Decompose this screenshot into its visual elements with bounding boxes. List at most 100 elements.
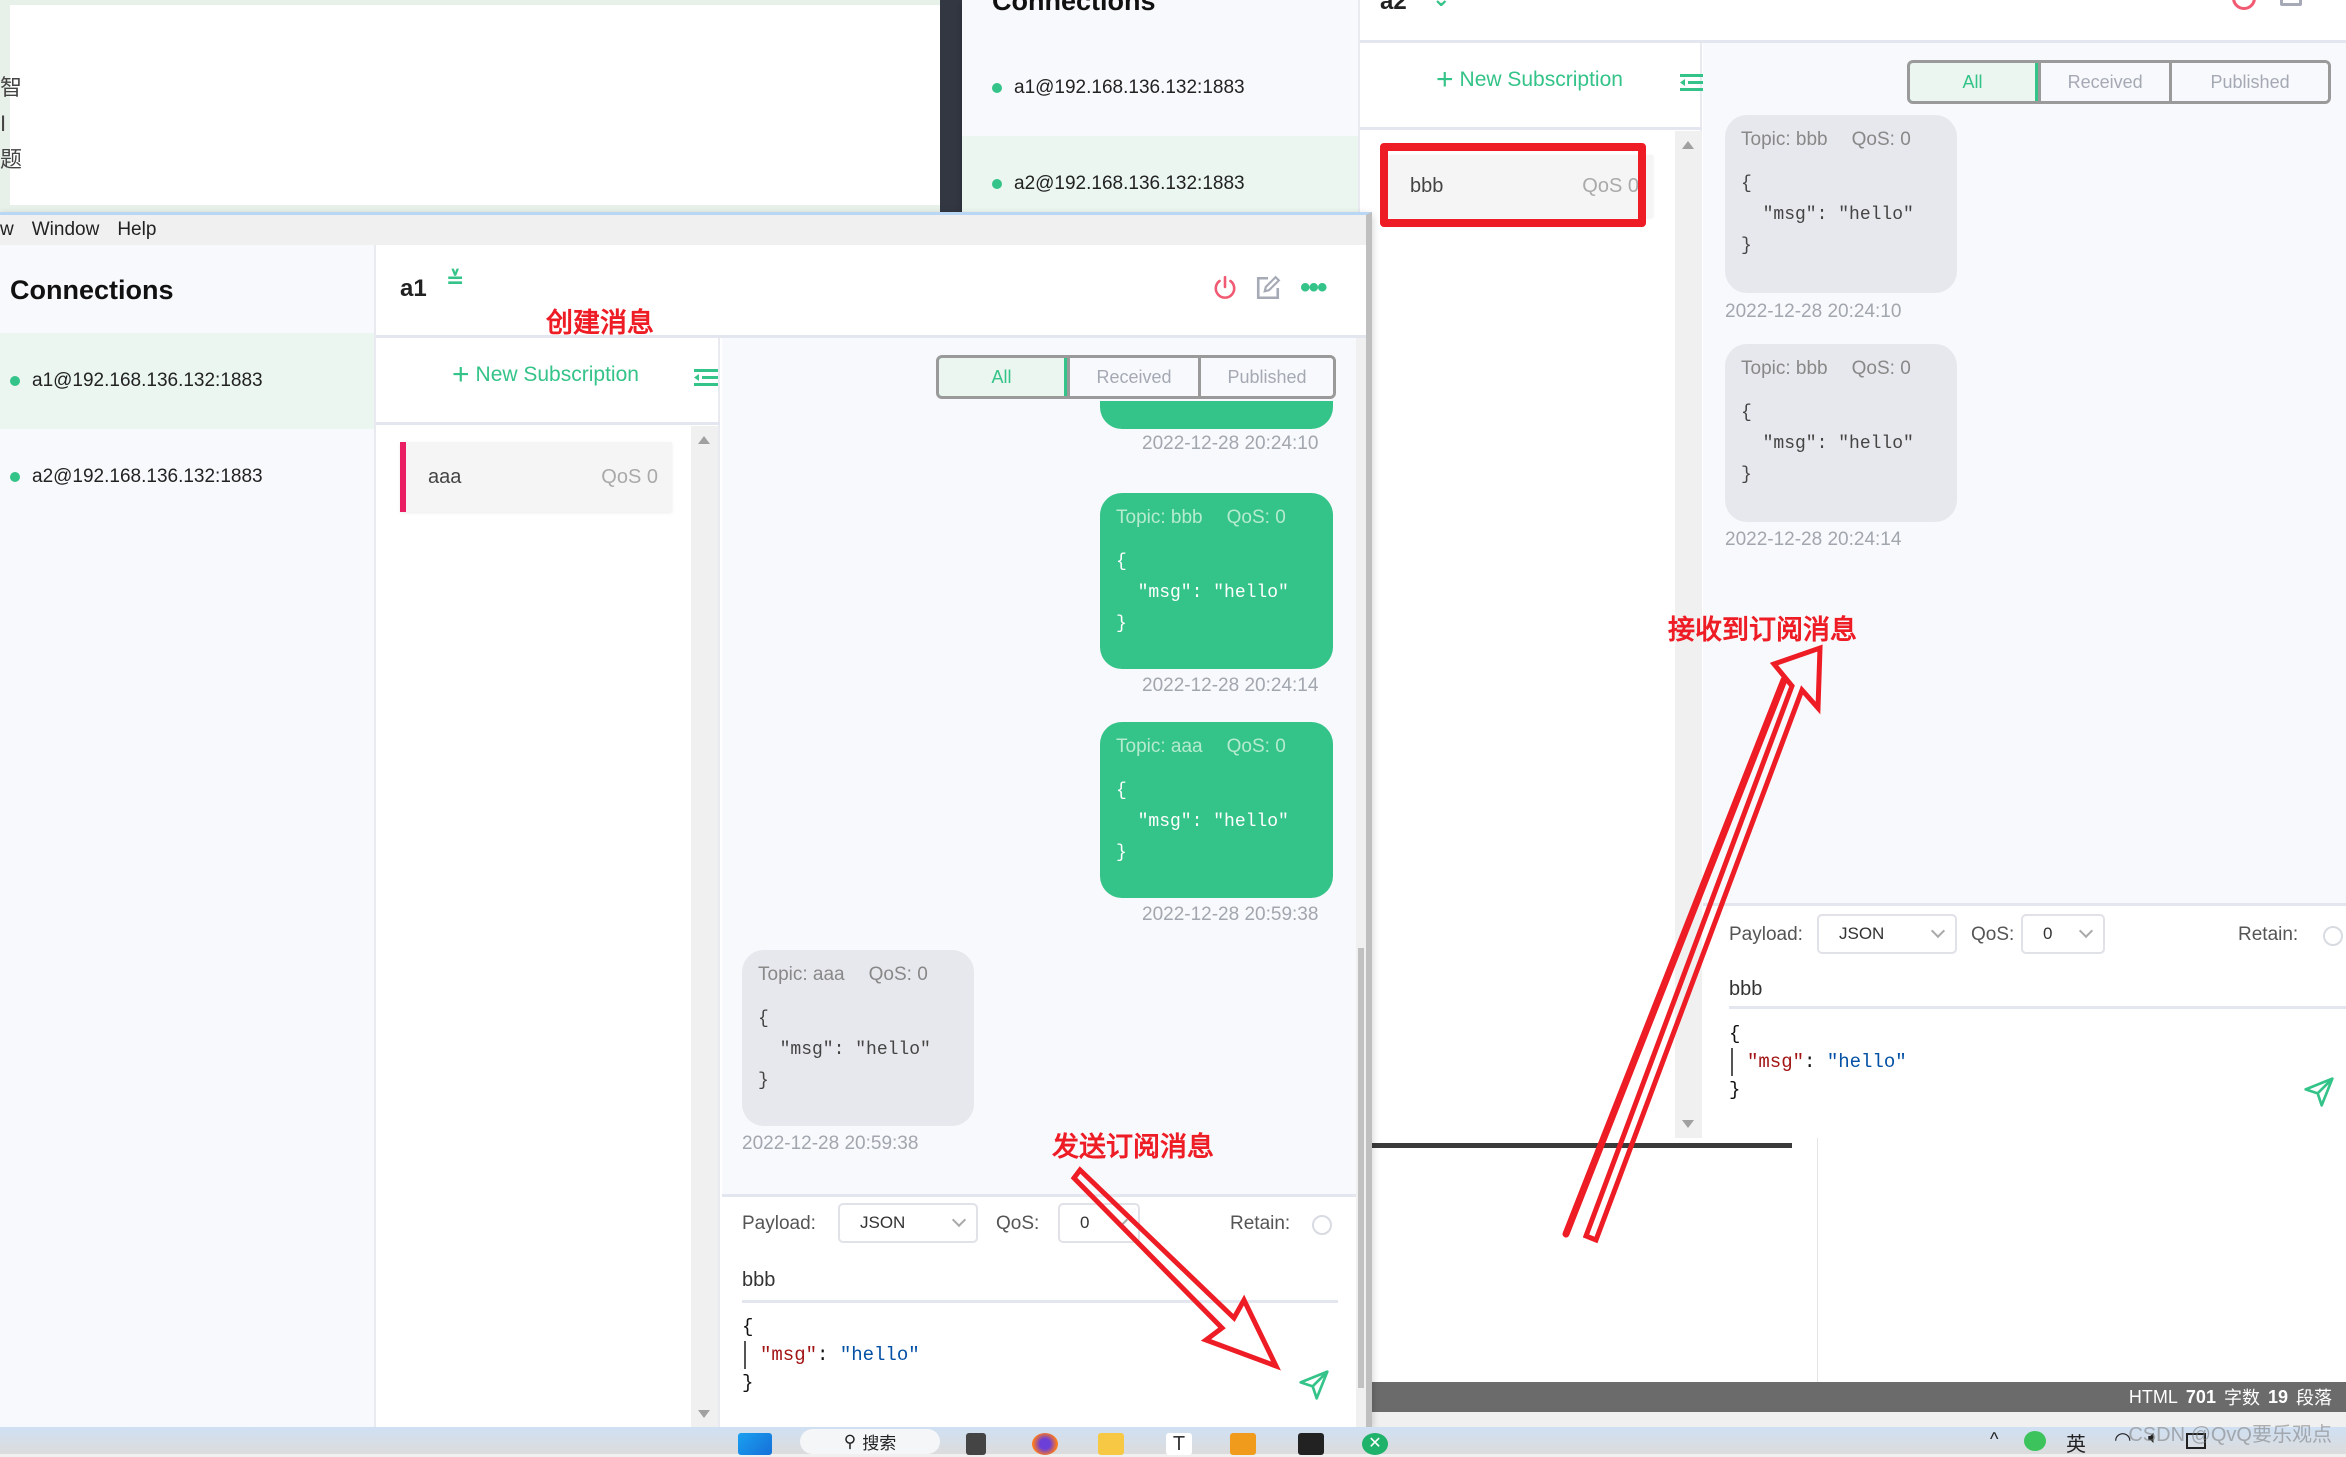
task-view-icon[interactable] [966, 1433, 986, 1455]
subscriptions-panel: + New Subscription bbb QoS 0 [1360, 43, 1704, 1138]
tray-chevron-up-icon[interactable]: ^ [1990, 1429, 1998, 1450]
topic-input[interactable]: bbb [1729, 966, 2346, 1009]
connections-title: Connections [992, 0, 1156, 16]
chevron-down-icon[interactable]: ≚ [446, 267, 464, 293]
payload-editor[interactable]: { "msg": "hello" } [742, 1313, 1282, 1397]
connection-title: a1 [400, 275, 427, 302]
send-icon[interactable] [1298, 1369, 1330, 1401]
send-icon[interactable] [2303, 1076, 2335, 1108]
taskbar: ⚲ 搜索 T ✕ ^ 英 ◠ 🔈︎ [0, 1427, 2346, 1457]
subscription-list-icon[interactable] [694, 368, 718, 388]
edit-icon[interactable] [2280, 0, 2302, 6]
scroll-up-icon[interactable] [698, 436, 710, 444]
status-dot-icon [992, 83, 1002, 93]
chevron-down-icon [1113, 1212, 1129, 1228]
message-filter: All Received Published [936, 355, 1336, 399]
typora-icon[interactable]: T [1166, 1433, 1192, 1455]
filter-tab-received[interactable]: Received [2038, 63, 2170, 101]
subscription-item-aaa[interactable]: aaa QoS 0 [400, 442, 672, 512]
annotation-send: 发送订阅消息 [1052, 1132, 1214, 1162]
watermark: CSDN @QvQ要乐观点 [2128, 1424, 2332, 1446]
highlight-box-annotation [1380, 143, 1646, 227]
menu-bar: w Window Help [0, 215, 1366, 245]
disconnect-icon[interactable] [1212, 275, 1238, 301]
scrollbar-thumb[interactable] [1358, 948, 1364, 1388]
connection-item-a1[interactable]: a1@192.168.136.132:1883 [962, 56, 1358, 120]
ime-indicator[interactable]: 英 [2066, 1428, 2086, 1457]
mqttx-icon[interactable]: ✕ [1362, 1433, 1388, 1455]
search-icon: ⚲ [843, 1431, 857, 1451]
message-timestamp: 2022-12-28 20:24:10 [1725, 301, 1902, 322]
menu-view[interactable]: w [0, 219, 14, 241]
message-timestamp: 2022-12-28 20:59:38 [1142, 904, 1319, 925]
file-explorer-icon[interactable] [1098, 1433, 1124, 1455]
status-dot-icon [10, 472, 20, 482]
chevron-down-icon[interactable]: ⌄ [1432, 0, 1450, 12]
status-dot-icon [10, 376, 20, 386]
chevron-down-icon [2078, 923, 2094, 939]
background-left-text: 智 I 题 [0, 75, 22, 172]
messages-scrollbar[interactable] [1356, 338, 1366, 1427]
subscription-divider [1360, 127, 1702, 130]
qos-select[interactable]: 0 [1058, 1203, 1140, 1243]
retain-radio[interactable] [1312, 1215, 1332, 1235]
payload-format-select[interactable]: JSON [1817, 914, 1957, 954]
message-bubble: Topic: bbb QoS: 0 { "msg": "hello" } [1725, 344, 1957, 522]
app-icon[interactable] [1230, 1433, 1256, 1455]
plus-icon: + [452, 358, 470, 391]
retain-radio[interactable] [2323, 926, 2343, 946]
qos-select[interactable]: 0 [2021, 914, 2105, 954]
connections-title: Connections [10, 275, 174, 305]
scroll-down-icon[interactable] [698, 1410, 710, 1418]
payload-format-select[interactable]: JSON [838, 1203, 978, 1243]
publish-panel: Payload: JSON QoS: 0 Retain: bbb { "msg"… [722, 1194, 1356, 1427]
subscription-scrollbar[interactable] [691, 426, 718, 1427]
subscription-list-icon[interactable] [1680, 73, 1704, 93]
message-timestamp: 2022-12-28 20:59:38 [742, 1133, 919, 1154]
scroll-up-icon[interactable] [1682, 141, 1694, 149]
connection-title: a2 [1380, 0, 1407, 15]
message-bubble: Topic: bbb QoS: 0 { "msg": "hello" } [1100, 493, 1333, 669]
message-bubble: Topic: aaa QoS: 0 { "msg": "hello" } [742, 950, 974, 1126]
taskbar-search[interactable]: ⚲ 搜索 [800, 1429, 940, 1454]
message-filter: All Received Published [1907, 60, 2331, 104]
publish-panel: Payload: JSON QoS: 0 Retain: bbb { "msg"… [1703, 903, 2346, 1138]
message-bubble [1100, 401, 1333, 429]
filter-tab-published[interactable]: Published [1198, 358, 1333, 396]
background-editor [1372, 1138, 2346, 1382]
terminal-icon[interactable] [1298, 1433, 1324, 1455]
background-divider [940, 0, 962, 215]
wechat-icon[interactable] [2024, 1431, 2046, 1451]
status-dot-icon [992, 179, 1002, 189]
mqttx-window-a1: w Window Help Connections a1@192.168.136… [0, 212, 1372, 1427]
new-subscription-button[interactable]: + New Subscription [452, 360, 639, 390]
filter-tab-all[interactable]: All [939, 358, 1068, 396]
edit-icon[interactable] [1255, 275, 1281, 301]
menu-window[interactable]: Window [32, 219, 100, 241]
message-bubble: Topic: bbb QoS: 0 { "msg": "hello" } [1725, 115, 1957, 293]
chevron-down-icon [951, 1212, 967, 1228]
disconnect-icon[interactable] [2232, 0, 2256, 10]
firefox-icon[interactable] [1032, 1433, 1058, 1455]
plus-icon: + [1436, 63, 1454, 96]
subscription-divider [376, 422, 720, 425]
filter-tab-received[interactable]: Received [1067, 358, 1199, 396]
message-timestamp: 2022-12-28 20:24:14 [1725, 529, 1902, 550]
start-icon[interactable] [738, 1433, 772, 1455]
message-timestamp: 2022-12-28 20:24:14 [1142, 675, 1319, 696]
filter-tab-all[interactable]: All [1910, 63, 2039, 101]
payload-editor[interactable]: { "msg": "hello" } [1729, 1020, 2289, 1104]
scroll-down-icon[interactable] [1682, 1120, 1694, 1128]
messages-pane: All Received Published Topic: bbb QoS: 0 … [1703, 43, 2346, 903]
connection-item-a2[interactable]: a2@192.168.136.132:1883 [0, 429, 374, 525]
filter-tab-published[interactable]: Published [2169, 63, 2328, 101]
new-subscription-button[interactable]: + New Subscription [1436, 65, 1623, 95]
connection-item-a1[interactable]: a1@192.168.136.132:1883 [0, 333, 374, 429]
topic-input[interactable]: bbb [742, 1257, 1338, 1303]
message-timestamp: 2022-12-28 20:24:10 [1142, 433, 1319, 454]
background-document [10, 5, 940, 205]
more-options-icon[interactable]: ••• [1300, 273, 1327, 303]
connections-sidebar: Connections a1@192.168.136.132:1883 a2@1… [0, 245, 376, 1427]
message-bubble: Topic: aaa QoS: 0 { "msg": "hello" } [1100, 722, 1333, 898]
menu-help[interactable]: Help [117, 219, 156, 241]
